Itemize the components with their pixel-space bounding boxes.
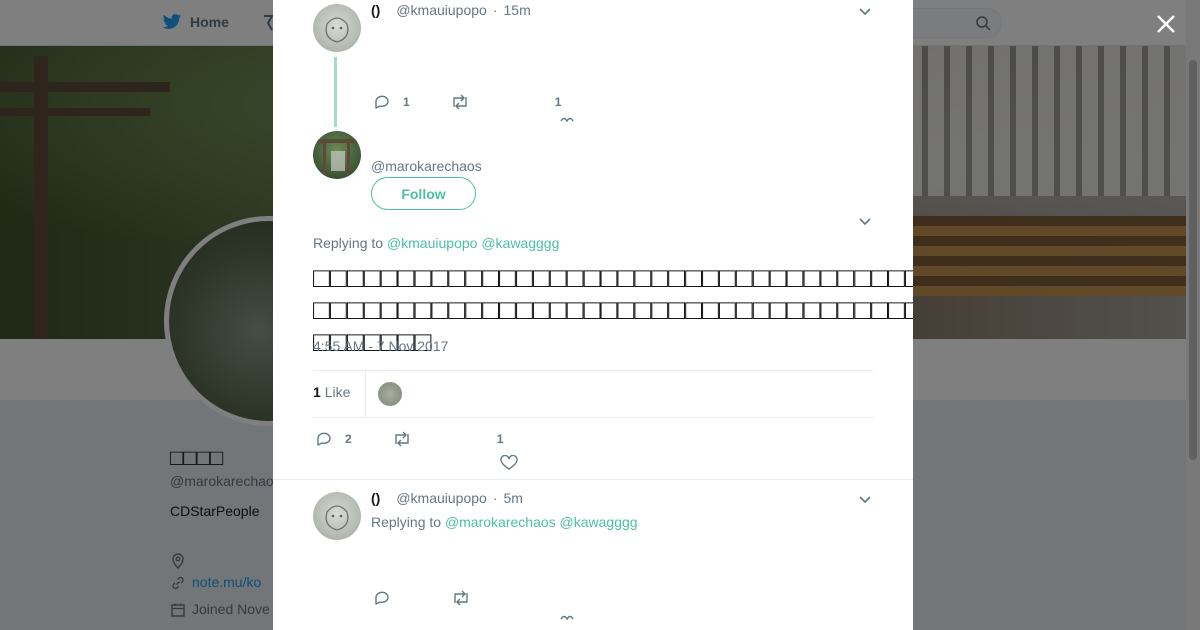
avatar[interactable] bbox=[313, 4, 361, 52]
reply-count: 1 bbox=[403, 95, 410, 109]
tweet-time[interactable]: 5m bbox=[504, 490, 523, 506]
like-button[interactable]: 1 bbox=[555, 95, 562, 109]
tweet-modal: () @kmauiupopo · 15m 1 1 @marokarechaos … bbox=[273, 0, 913, 630]
replying-prefix: Replying to bbox=[371, 514, 442, 530]
replying-prefix: Replying to bbox=[313, 235, 384, 251]
reply-icon bbox=[317, 432, 331, 446]
avatar[interactable] bbox=[313, 131, 361, 179]
retweet-icon bbox=[454, 590, 468, 606]
reply-button[interactable]: 2 bbox=[315, 431, 352, 447]
chevron-down-icon[interactable] bbox=[858, 214, 872, 228]
liker-avatar[interactable] bbox=[378, 382, 402, 406]
tweet-header: @marokarechaos bbox=[371, 158, 482, 174]
reply-count: 2 bbox=[345, 432, 352, 446]
replying-to: Replying to @marokarechaos @kawagggg bbox=[371, 514, 638, 530]
tweet-separator bbox=[273, 479, 913, 480]
tweet-header: () @kmauiupopo · 15m bbox=[371, 2, 531, 18]
likes-stat[interactable]: 1 Like bbox=[313, 384, 350, 400]
follow-button[interactable]: Follow bbox=[371, 177, 476, 210]
retweet-button[interactable] bbox=[450, 94, 470, 110]
like-button[interactable]: 1 bbox=[497, 432, 504, 446]
tweet-author-handle[interactable]: @kmauiupopo bbox=[396, 490, 487, 506]
tweet-header: () @kmauiupopo · 5m bbox=[371, 490, 523, 506]
reply-icon bbox=[375, 591, 389, 605]
chevron-down-icon[interactable] bbox=[858, 4, 872, 18]
tweet-author-name[interactable]: () bbox=[371, 490, 380, 506]
retweet-button[interactable] bbox=[451, 590, 471, 606]
reply-icon bbox=[375, 95, 389, 109]
likes-stat-label: Like bbox=[324, 384, 351, 400]
tweet-author-handle[interactable]: @marokarechaos bbox=[371, 158, 482, 174]
tweet-actions bbox=[373, 590, 471, 606]
retweet-icon bbox=[394, 431, 409, 447]
heart-icon[interactable] bbox=[559, 116, 575, 122]
heart-icon[interactable] bbox=[559, 614, 575, 620]
mention-link[interactable]: @kmauiupopo bbox=[387, 235, 478, 251]
mention-link[interactable]: @kawagggg bbox=[560, 514, 638, 530]
replying-to: Replying to @kmauiupopo @kawagggg bbox=[313, 235, 559, 251]
tweet-actions: 1 1 bbox=[373, 94, 561, 110]
reply-button[interactable]: 1 bbox=[373, 94, 410, 110]
tweet-actions: 2 1 bbox=[315, 431, 503, 447]
thread-connector bbox=[334, 57, 337, 127]
tweet-author-handle[interactable]: @kmauiupopo bbox=[396, 2, 487, 18]
like-count: 1 bbox=[554, 95, 562, 109]
tweet-author-name[interactable]: () bbox=[371, 2, 380, 18]
heart-icon[interactable] bbox=[500, 455, 518, 471]
retweet-button[interactable] bbox=[392, 431, 412, 447]
retweet-icon bbox=[452, 94, 467, 110]
mention-link[interactable]: @marokarechaos bbox=[445, 514, 556, 530]
reply-button[interactable] bbox=[373, 590, 391, 606]
tweet-stats: 1 Like bbox=[313, 370, 873, 418]
likes-stat-count: 1 bbox=[313, 384, 321, 400]
tweet-timestamp[interactable]: 4:55 AM - 7 Nov 2017 bbox=[313, 338, 448, 354]
tweet-time[interactable]: 15m bbox=[504, 2, 531, 18]
close-icon[interactable] bbox=[1154, 12, 1178, 36]
chevron-down-icon[interactable] bbox=[858, 492, 872, 506]
avatar[interactable] bbox=[313, 492, 361, 540]
like-count: 1 bbox=[496, 432, 504, 446]
mention-link[interactable]: @kawagggg bbox=[481, 235, 559, 251]
